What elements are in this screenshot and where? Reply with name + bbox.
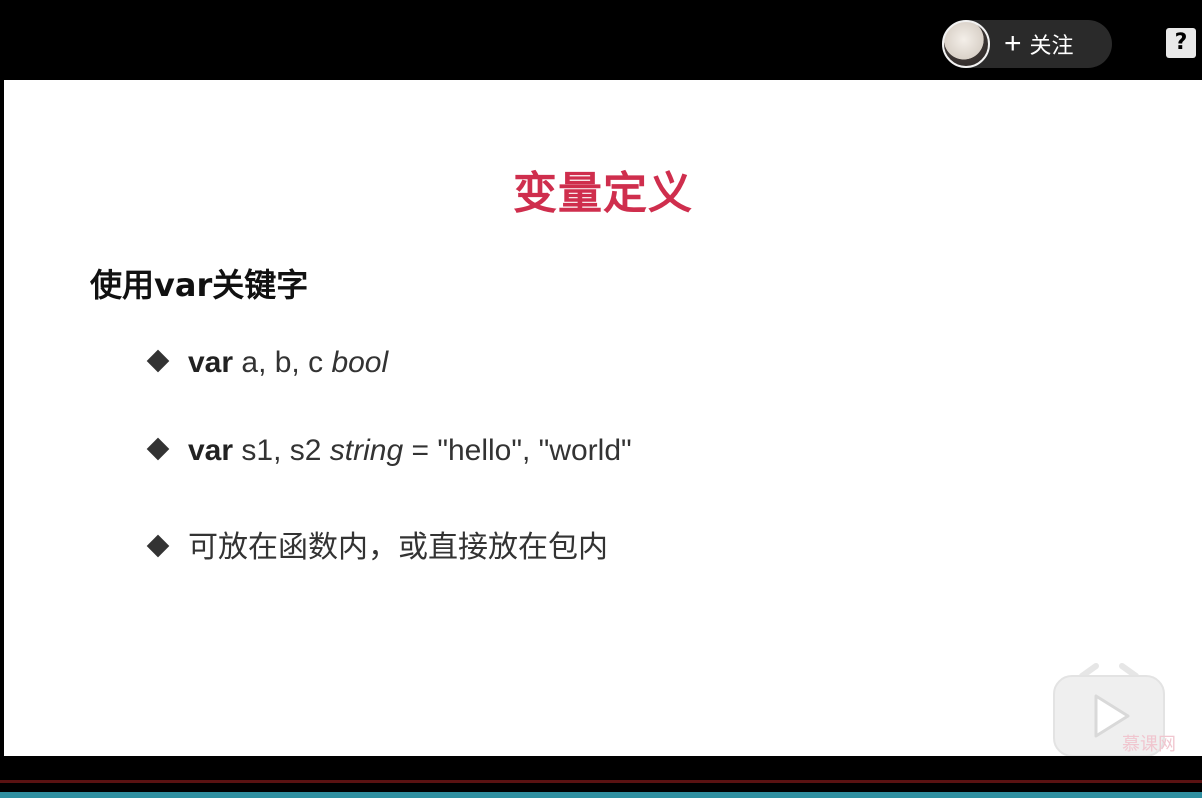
slide-title: 变量定义	[513, 168, 693, 219]
bullet-item: var a, b, c bool	[146, 346, 389, 380]
help-icon[interactable]: ?	[1166, 28, 1196, 58]
keyword: var	[188, 346, 234, 379]
watermark-text: 慕课网	[1122, 734, 1176, 755]
section-heading: 使用var关键字	[90, 266, 309, 304]
plus-icon: +	[1004, 27, 1022, 60]
diamond-bullet-icon	[146, 534, 170, 557]
slide: 变量定义 使用var关键字 var a, b, c bool var s1, s…	[4, 80, 1202, 756]
progress-bar[interactable]	[0, 780, 1202, 783]
follow-label: 关注	[1029, 34, 1074, 59]
type-name: string	[329, 434, 404, 467]
diamond-bullet-icon	[146, 349, 170, 373]
keyword: var	[188, 434, 234, 467]
avatar[interactable]	[942, 20, 990, 68]
bullet-text: a, b, c	[233, 346, 332, 379]
bullet-item: var s1, s2 string = "hello", "world"	[146, 434, 632, 468]
bullet-text: s1, s2	[233, 434, 330, 467]
player-top-bar: + 关注 ?	[0, 0, 1202, 80]
bullet-tail: = "hello", "world"	[403, 434, 632, 467]
bullet-item: 可放在函数内，或直接放在包内	[146, 522, 608, 566]
bullet-text: 可放在函数内，或直接放在包内	[188, 530, 608, 565]
follow-button[interactable]: + 关注	[942, 20, 1112, 68]
bottom-edge	[0, 792, 1202, 798]
type-name: bool	[331, 346, 389, 379]
diamond-bullet-icon	[146, 437, 170, 461]
